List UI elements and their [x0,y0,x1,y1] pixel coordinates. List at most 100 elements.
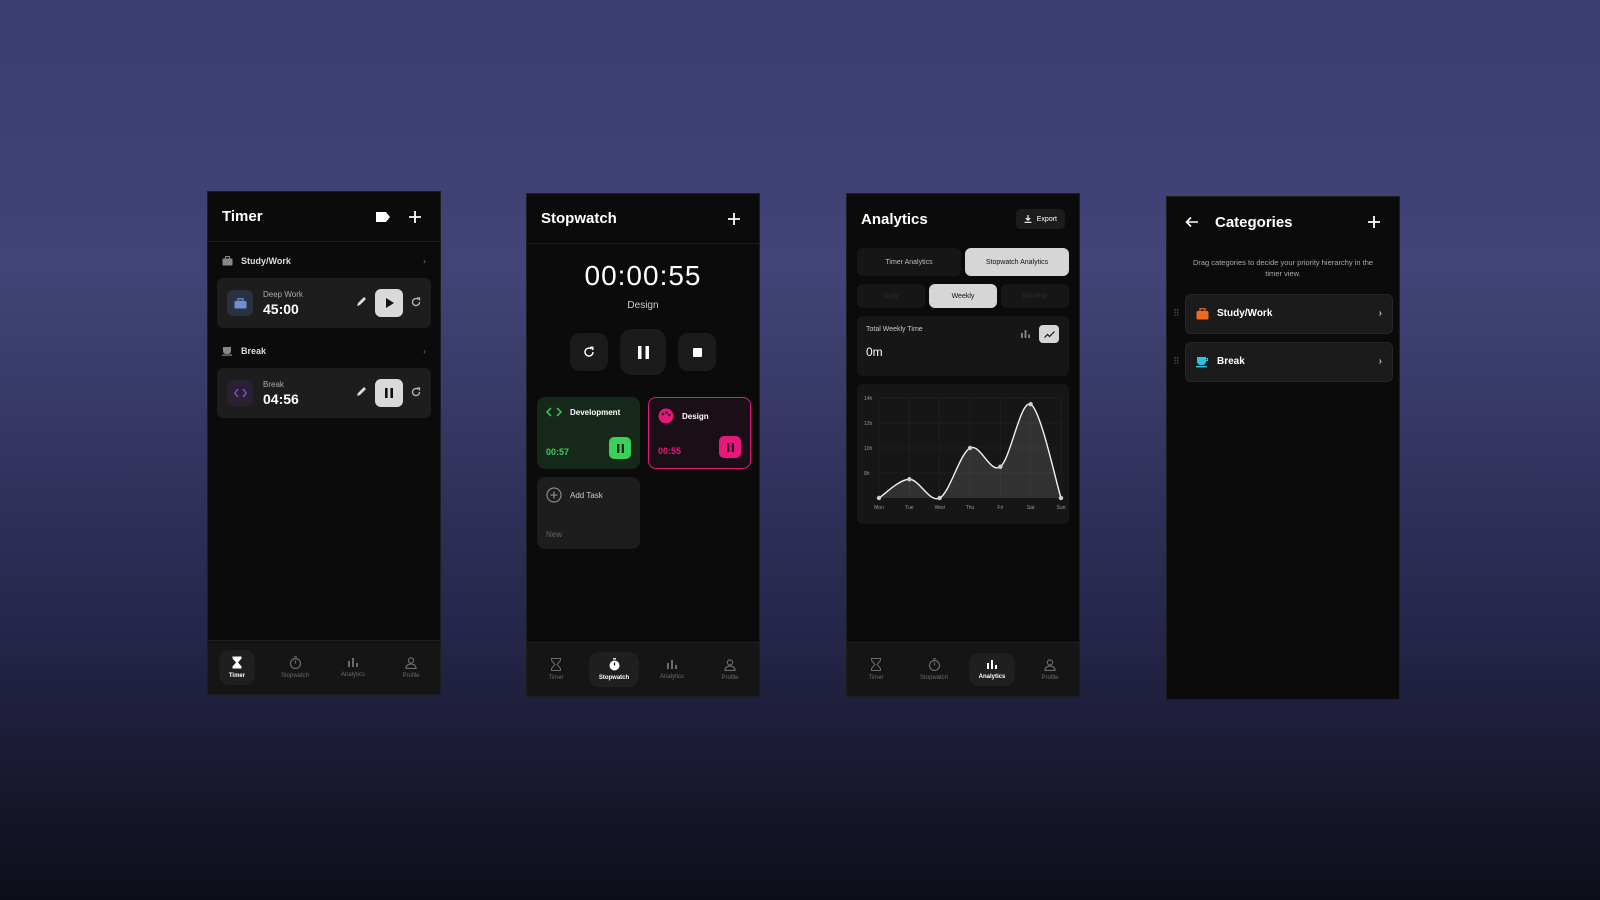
bar-chart-icon [667,660,677,669]
add-task-label: Add Task [570,490,603,500]
category-row-study-work[interactable]: ⠿ Study/Work › [1173,293,1393,334]
chevron-right-icon: › [1378,356,1382,367]
task-name: Development [570,407,621,417]
palette-icon [658,408,674,424]
bottom-nav: Timer Stopwatch Analytics Profile [847,642,1079,696]
chevron-right-icon: › [423,256,426,266]
y-tick-label: 12h [864,421,873,427]
tab-daily[interactable]: Daily [857,284,925,308]
line-chart-icon [1043,330,1055,338]
timer-card-deep-work[interactable]: Deep Work 45:00 [217,278,431,328]
tab-weekly[interactable]: Weekly [929,284,997,308]
export-button[interactable]: Export [1015,209,1065,229]
add-task-card[interactable]: Add Task New [537,477,640,549]
x-tick-label: Fri [997,505,1003,511]
nav-analytics[interactable]: Analytics [324,641,382,694]
x-tick-label: Thu [966,505,975,511]
analytics-screen: Analytics Export Timer Analytics Stopwat… [846,193,1080,697]
period-tabs: Daily Weekly Monthly [857,284,1069,308]
bar-chart-icon [987,660,997,669]
nav-analytics[interactable]: Analytics [643,643,701,696]
nav-label: Profile [1041,674,1059,681]
nav-label: Stopwatch [280,673,310,679]
pause-button[interactable] [375,379,403,407]
nav-timer[interactable]: Timer [208,641,266,694]
pause-button[interactable] [609,437,631,459]
hourglass-icon [232,656,242,669]
timer-card-break[interactable]: Break 04:56 [217,368,431,418]
tab-timer-analytics[interactable]: Timer Analytics [857,248,961,276]
edit-icon[interactable] [356,294,367,312]
bar-chart-toggle[interactable] [1015,325,1035,343]
add-icon[interactable] [1363,211,1385,233]
categories-description: Drag categories to decide your priority … [1192,258,1374,279]
briefcase-icon [1196,307,1209,319]
current-task-label: Design [627,300,659,311]
pause-icon [385,388,393,398]
nav-label: Analytics [340,672,365,678]
x-tick-label: Tue [905,505,914,511]
page-title: Timer [222,208,263,225]
pause-icon [637,345,649,359]
nav-stopwatch[interactable]: Stopwatch [266,641,324,694]
category-name: Break [241,346,267,356]
add-icon[interactable] [723,208,745,230]
nav-label: Timer [548,675,564,681]
nav-stopwatch[interactable]: Stopwatch [585,643,643,696]
line-chart-toggle[interactable] [1039,325,1059,343]
reset-icon[interactable] [411,384,421,402]
chevron-right-icon: › [423,346,426,356]
reset-icon[interactable] [411,294,421,312]
task-card-design[interactable]: Design 00:55 [648,397,751,469]
task-grid: Development 00:57 Design 00:55 Add Task … [527,397,759,549]
analytics-type-tabs: Timer Analytics Stopwatch Analytics [857,248,1069,276]
briefcase-icon [227,290,253,316]
drag-handle-icon[interactable]: ⠿ [1173,308,1185,319]
stop-icon [692,347,702,357]
pause-button[interactable] [620,329,666,375]
bottom-nav: Timer Stopwatch Analytics Profile [208,640,440,694]
page-title: Categories [1215,213,1293,231]
x-tick-label: Sat [1027,505,1035,511]
back-arrow-icon[interactable] [1181,211,1203,233]
tab-stopwatch-analytics[interactable]: Stopwatch Analytics [965,248,1069,276]
nav-profile[interactable]: Profile [701,643,759,696]
stop-button[interactable] [678,333,716,371]
edit-icon[interactable] [356,384,367,402]
pause-button[interactable] [719,436,741,458]
add-icon[interactable] [404,206,426,228]
code-icon [546,407,562,417]
data-point [937,495,942,501]
total-time-card: Total Weekly Time 0m [857,316,1069,376]
nav-label: Timer [868,675,884,681]
category-row-break[interactable]: ⠿ Break › [1173,341,1393,382]
chart-type-toggle [1015,325,1059,343]
y-tick-label: 8h [864,471,870,477]
nav-timer[interactable]: Timer [847,643,905,696]
play-button[interactable] [375,289,403,317]
data-point [907,477,912,482]
nav-profile[interactable]: Profile [1021,643,1079,696]
nav-label: Profile [721,674,739,681]
total-value: 0m [866,345,883,359]
task-name: Deep Work [263,289,303,299]
nav-label: Stopwatch [919,675,949,681]
task-name: Design [682,411,709,421]
task-time: 04:56 [263,390,299,407]
category-header-break[interactable]: Break › [208,334,440,368]
nav-analytics[interactable]: Analytics [963,643,1021,696]
task-time: 45:00 [263,300,299,317]
nav-profile[interactable]: Profile [382,641,440,694]
category-header-study-work[interactable]: Study/Work › [208,244,440,278]
data-point [967,445,973,451]
task-card-development[interactable]: Development 00:57 [537,397,640,469]
timer-header: Timer [208,192,440,242]
tab-monthly[interactable]: Monthly [1001,284,1069,308]
reset-button[interactable] [570,333,608,371]
label-icon[interactable] [372,206,394,228]
hourglass-icon [551,658,561,671]
nav-timer[interactable]: Timer [527,643,585,696]
drag-handle-icon[interactable]: ⠿ [1173,356,1185,367]
bar-chart-icon [1020,330,1030,338]
nav-stopwatch[interactable]: Stopwatch [905,643,963,696]
